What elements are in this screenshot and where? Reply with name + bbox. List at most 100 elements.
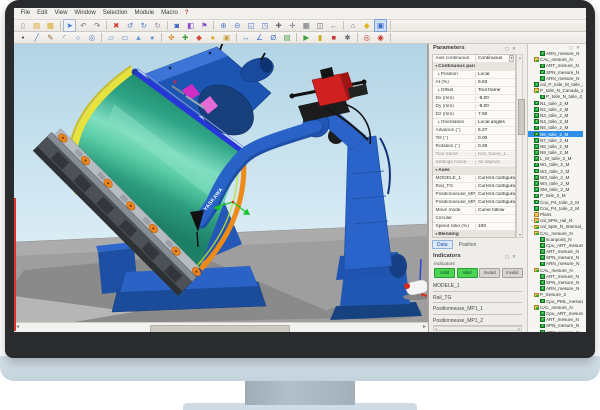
vscroll-thumb[interactable] [518,99,525,135]
property-row[interactable]: Speed ratio (%) 100 [433,223,515,231]
property-row[interactable]: MODELE_1 Current configuration [433,175,515,183]
probe-point-icon[interactable]: ✜ [165,31,178,44]
property-row[interactable]: Tilt (°) 0.00 [433,135,515,143]
simulate-pause-icon[interactable]: ▮ [314,31,327,44]
propgrid-vscrollbar[interactable]: ▴ ▾ [516,54,523,238]
draw-arc-icon[interactable]: ◜ [58,31,71,44]
toolbar-separator[interactable] [161,33,162,42]
indicator-state-button[interactable]: Valid [457,268,478,278]
property-row[interactable]: Dx (mm) -9.00 [433,95,515,103]
toolbar-separator[interactable] [343,21,344,30]
tree-item[interactable]: ARN_mesure_N [528,329,583,332]
target-add-icon[interactable]: ◎ [360,31,373,44]
toolbar-separator[interactable] [106,21,107,30]
property-row[interactable]: Rail_TG Current configuration [433,183,515,191]
menu-item[interactable]: Module [131,8,158,19]
tree-item[interactable]: Cou_P4_toile_2_M [528,205,583,211]
property-row[interactable]: Rotation (°) 0.26 [433,143,515,151]
parameters-panel-window-icons[interactable]: ◻ ✕ [505,46,517,52]
toolbar-separator[interactable] [236,33,237,42]
draw-point-icon[interactable]: • [16,31,29,44]
property-row[interactable]: Dy (mm) -9.00 [433,103,515,111]
measure-distance-icon[interactable]: ↔ [239,31,252,44]
hscroll-thumb[interactable] [150,325,290,333]
tree-item[interactable]: - P_toile_N_Canada_2_M [528,88,583,94]
sphere-feature-icon[interactable]: ● [146,31,159,44]
robot-config-icon[interactable]: ✱ [341,31,354,44]
indicator-row[interactable]: Positionneuse_MP1_2 [433,315,522,327]
tree-panel-window-icons[interactable]: ◻ ✕ [569,45,581,51]
indicator-state-button[interactable]: Valid [434,268,455,278]
toolbar-separator[interactable] [296,33,297,42]
indicator-row[interactable]: Rail_TG [433,292,522,304]
menu-item[interactable]: View [51,8,71,19]
property-row[interactable]: Move mode Curve follow [433,207,515,215]
menu-item[interactable]: Window [71,8,99,19]
viewport-3d-scene[interactable]: YASKAWA [14,44,428,322]
property-row[interactable]: Positionneuse_MP1_2 Current configuratio… [433,199,515,207]
parameters-tab[interactable]: Data [432,240,453,249]
menu-item[interactable]: Edit [34,8,51,19]
indicators-hscrollbar[interactable]: ◂▸ [433,326,522,331]
indicators-panel-window-icons[interactable]: ◻ ✕ [505,254,517,260]
parameters-property-grid[interactable]: Axis continuous Continuous Continuous pa… [432,54,516,238]
toolbar-separator[interactable] [167,21,168,30]
probe-plane-icon[interactable]: ◆ [193,31,206,44]
property-row[interactable]: Position Local [433,71,515,79]
draw-polyline-icon[interactable]: ✎ [44,31,57,44]
tree-item[interactable]: cal_P_toile_M_toile_2_M [528,81,583,87]
property-row[interactable]: Positionneuse_MP1_1 Current configuratio… [433,191,515,199]
alignment-icon[interactable]: ▣ [220,31,233,44]
property-row[interactable]: Settings frame All objects [433,159,515,167]
scroll-right-icon[interactable]: ▸ [518,327,520,331]
toolbar-separator[interactable] [357,33,358,42]
property-row[interactable]: Continuous parameters [433,63,515,71]
plane-feature-icon[interactable]: ▱ [104,31,117,44]
property-row[interactable]: Tool frame tool_frame_1 [433,151,515,159]
simulate-stop-icon[interactable]: ■ [327,31,340,44]
property-row[interactable]: Advance (°) 6.27 [433,127,515,135]
probe-circle-icon[interactable]: ● [206,31,219,44]
property-row[interactable]: Offset Tool frame [433,87,515,95]
property-row[interactable]: Axis continuous Continuous [433,55,515,63]
toolbar-separator[interactable] [390,21,391,30]
viewport-3d[interactable]: YASKAWA [14,44,428,322]
indicator-row[interactable]: Positionneuse_MP1_1 [433,303,522,315]
toolbar-separator[interactable] [390,33,391,42]
report-icon[interactable]: ▤ [281,31,294,44]
draw-circle-icon[interactable]: ○ [72,31,85,44]
indicator-state-button[interactable]: Invalid [502,268,523,278]
property-row[interactable]: Blending [433,231,515,238]
toolbar-separator[interactable] [101,33,102,42]
viewport-hscrollbar[interactable]: ◂ ▸ [14,322,428,332]
tree-item[interactable]: + cal_5pts_N_Internal_toile_2 [528,224,583,230]
menu-item[interactable]: Macro [158,8,182,19]
scroll-up-icon[interactable]: ▴ [517,55,523,60]
tree-item[interactable]: Cou_P4_toile_2_M [528,199,583,205]
target-record-icon[interactable]: ◉ [374,31,387,44]
property-row[interactable]: Orientation Local angles [433,119,515,127]
property-row[interactable]: Circular [433,215,515,223]
probe-line-icon[interactable]: ✚ [179,31,192,44]
menu-item[interactable]: File [17,8,34,19]
toolbar-separator[interactable] [60,21,61,30]
menu-item[interactable]: Selection [99,8,131,19]
draw-ellipse-icon[interactable]: ◎ [85,31,98,44]
measure-angle-icon[interactable]: ∠ [253,31,266,44]
indicator-state-button[interactable]: Invalid [479,268,500,278]
scroll-left-icon[interactable]: ◂ [16,323,19,332]
property-row[interactable]: Axes [433,167,515,175]
scroll-right-icon[interactable]: ▸ [423,323,426,332]
property-row[interactable]: At (%) 9.63 [433,79,515,87]
scroll-down-icon[interactable]: ▾ [517,232,523,237]
parameters-tab[interactable]: Position [454,240,482,249]
toolbar-separator[interactable] [213,21,214,30]
diameter-icon[interactable]: Ø [267,31,280,44]
indicator-row[interactable]: MODELE_1 [433,280,522,292]
draw-line-icon[interactable]: ╱ [30,31,43,44]
scroll-left-icon[interactable]: ◂ [435,327,437,331]
property-row[interactable]: Dz (mm) 7.50 [433,111,515,119]
cylinder-feature-icon[interactable]: ▭ [118,31,131,44]
cone-feature-icon[interactable]: ▲ [132,31,145,44]
simulate-play-icon[interactable]: ▶ [300,31,313,44]
